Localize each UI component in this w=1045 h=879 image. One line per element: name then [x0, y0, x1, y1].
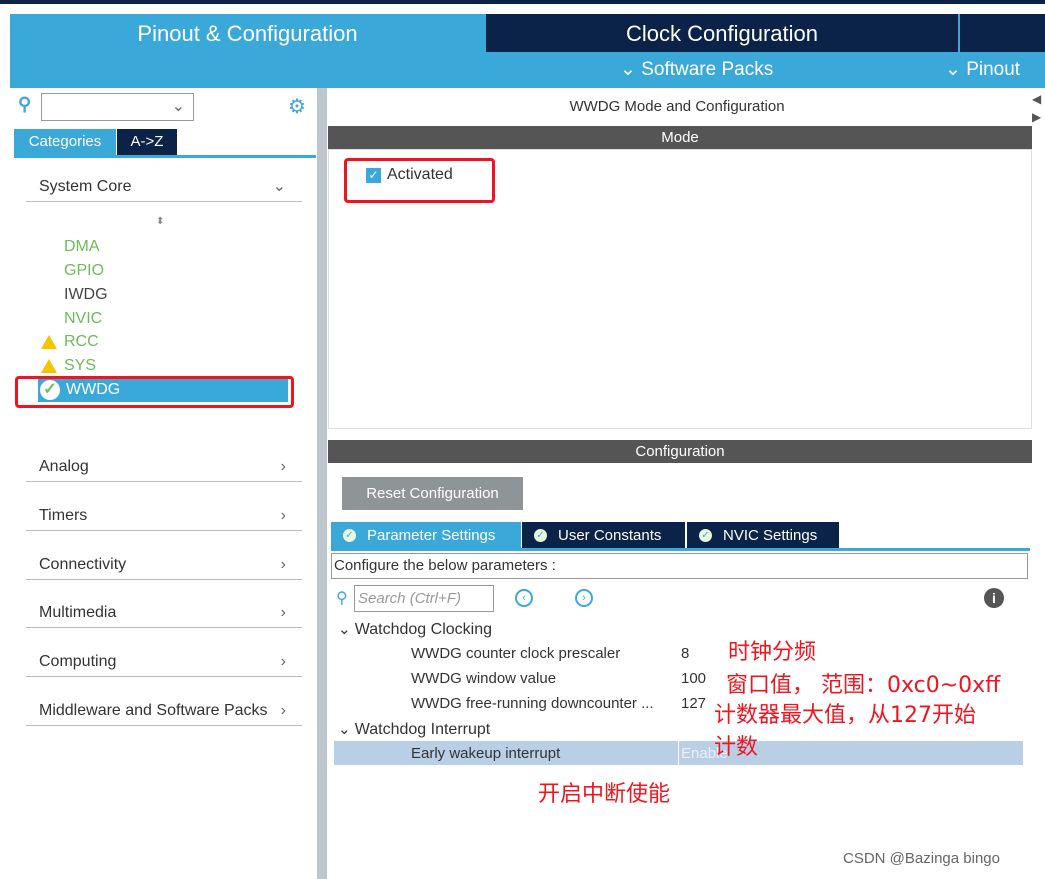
tab-clock-configuration[interactable]: Clock Configuration: [486, 14, 958, 52]
tab-more[interactable]: [960, 14, 1045, 52]
check-circle-icon: ✓: [699, 529, 712, 542]
chevron-right-icon: ›: [280, 458, 286, 475]
search-input[interactable]: ⌄: [41, 93, 194, 121]
group-system-core[interactable]: System Core ⌄: [26, 172, 302, 202]
item-sys[interactable]: SYS: [64, 357, 96, 375]
section-watchdog-clocking[interactable]: ⌄ Watchdog Clocking: [338, 620, 492, 639]
annotation-text: 计数器最大值，从127开始: [714, 703, 976, 728]
annotation-text: 时钟分频: [728, 640, 817, 665]
tab-label: NVIC Settings: [723, 527, 818, 544]
item-iwdg[interactable]: IWDG: [64, 286, 108, 304]
item-nvic[interactable]: NVIC: [64, 310, 102, 328]
reset-configuration-button[interactable]: Reset Configuration: [342, 477, 523, 510]
configuration-bar: Configuration: [328, 440, 1032, 463]
param-value[interactable]: 127: [681, 695, 706, 712]
annotation-text: 窗口值， 范围：0xc0~0xff: [726, 673, 1001, 698]
gear-icon[interactable]: ⚙: [288, 94, 306, 119]
pinout-menu[interactable]: ⌄ Pinout: [945, 58, 1020, 81]
panel-title: WWDG Mode and Configuration: [569, 98, 785, 115]
previous-icon[interactable]: ‹: [515, 589, 533, 607]
group-label: Analog: [39, 458, 89, 475]
check-circle-icon: ✓: [534, 529, 547, 542]
chevron-right-icon: ›: [280, 507, 286, 524]
group-analog[interactable]: Analog ›: [26, 452, 302, 482]
group-multimedia[interactable]: Multimedia ›: [26, 598, 302, 628]
item-gpio[interactable]: GPIO: [64, 262, 104, 280]
sort-icon[interactable]: ⬍: [156, 216, 164, 227]
top-border: [0, 0, 1045, 4]
chevron-right-icon: ›: [280, 556, 286, 573]
warning-icon: [41, 335, 57, 349]
sidebar: [10, 88, 317, 879]
section-title: Watchdog Clocking: [354, 621, 492, 638]
software-packs-menu[interactable]: ⌄ Software Packs: [620, 58, 773, 81]
group-label: Connectivity: [39, 556, 127, 573]
tab-user-constants[interactable]: ✓ User Constants: [522, 522, 685, 549]
item-dma[interactable]: DMA: [64, 238, 100, 256]
annotation-text: 开启中断使能: [538, 782, 671, 807]
search-icon: ⚲: [18, 94, 32, 114]
tab-categories[interactable]: Categories: [14, 129, 116, 155]
next-icon[interactable]: ›: [575, 589, 593, 607]
annotation-text: 计数: [714, 735, 759, 760]
tab-underline: [331, 548, 1030, 551]
tab-label: User Constants: [558, 527, 662, 544]
param-name: WWDG window value: [411, 670, 557, 687]
collapse-arrows-icon[interactable]: ◀ ▶: [1032, 90, 1041, 126]
chevron-down-icon: ⌄: [945, 59, 967, 80]
watermark: CSDN @Bazinga bingo: [843, 850, 1000, 867]
parameter-search-input[interactable]: Search (Ctrl+F): [354, 585, 494, 612]
tab-underline: [14, 155, 316, 158]
group-label: Middleware and Software Packs: [39, 702, 268, 719]
group-timers[interactable]: Timers ›: [26, 501, 302, 531]
search-icon: ⚲: [336, 590, 348, 607]
search-placeholder: Search (Ctrl+F): [358, 590, 461, 607]
tab-parameter-settings[interactable]: ✓ Parameter Settings: [331, 522, 521, 549]
group-label: Multimedia: [39, 604, 117, 621]
tab-label: Parameter Settings: [367, 527, 496, 544]
group-computing[interactable]: Computing ›: [26, 647, 302, 677]
info-icon[interactable]: i: [984, 588, 1004, 608]
param-value[interactable]: 100: [681, 670, 706, 687]
check-circle-icon: ✓: [343, 529, 356, 542]
software-packs-label: Software Packs: [641, 59, 774, 80]
chevron-down-icon: ⌄: [620, 59, 642, 80]
item-rcc[interactable]: RCC: [64, 333, 99, 351]
pinout-label: Pinout: [966, 59, 1021, 80]
group-middleware[interactable]: Middleware and Software Packs ›: [26, 696, 302, 726]
tab-pinout-configuration[interactable]: Pinout & Configuration: [10, 14, 485, 52]
chevron-right-icon: ›: [280, 604, 286, 621]
annotation-highlight: [344, 158, 495, 203]
chevron-down-icon: ⌄: [171, 98, 185, 115]
group-label: Timers: [39, 507, 88, 524]
column-divider: [678, 741, 679, 765]
annotation-highlight: [15, 376, 294, 408]
tab-nvic-settings[interactable]: ✓ NVIC Settings: [687, 522, 839, 549]
chevron-down-icon: ⌄: [338, 721, 355, 738]
section-watchdog-interrupt[interactable]: ⌄ Watchdog Interrupt: [338, 720, 490, 739]
chevron-down-icon: ⌄: [272, 178, 286, 195]
mode-bar: Mode: [328, 126, 1032, 149]
param-name: WWDG counter clock prescaler: [411, 645, 621, 662]
section-title: Watchdog Interrupt: [354, 721, 491, 738]
param-name: Early wakeup interrupt: [411, 745, 561, 762]
warning-icon: [41, 359, 57, 373]
configure-text: Configure the below parameters :: [331, 553, 1028, 579]
chevron-right-icon: ›: [280, 653, 286, 670]
splitter[interactable]: [317, 88, 327, 879]
param-value[interactable]: 8: [681, 645, 689, 662]
group-label: Computing: [39, 653, 117, 670]
param-name: WWDG free-running downcounter ...: [411, 695, 654, 712]
tab-a-z[interactable]: A->Z: [117, 129, 177, 155]
group-label: System Core: [39, 178, 132, 195]
chevron-right-icon: ›: [280, 702, 286, 719]
group-connectivity[interactable]: Connectivity ›: [26, 550, 302, 580]
chevron-down-icon: ⌄: [338, 621, 355, 638]
